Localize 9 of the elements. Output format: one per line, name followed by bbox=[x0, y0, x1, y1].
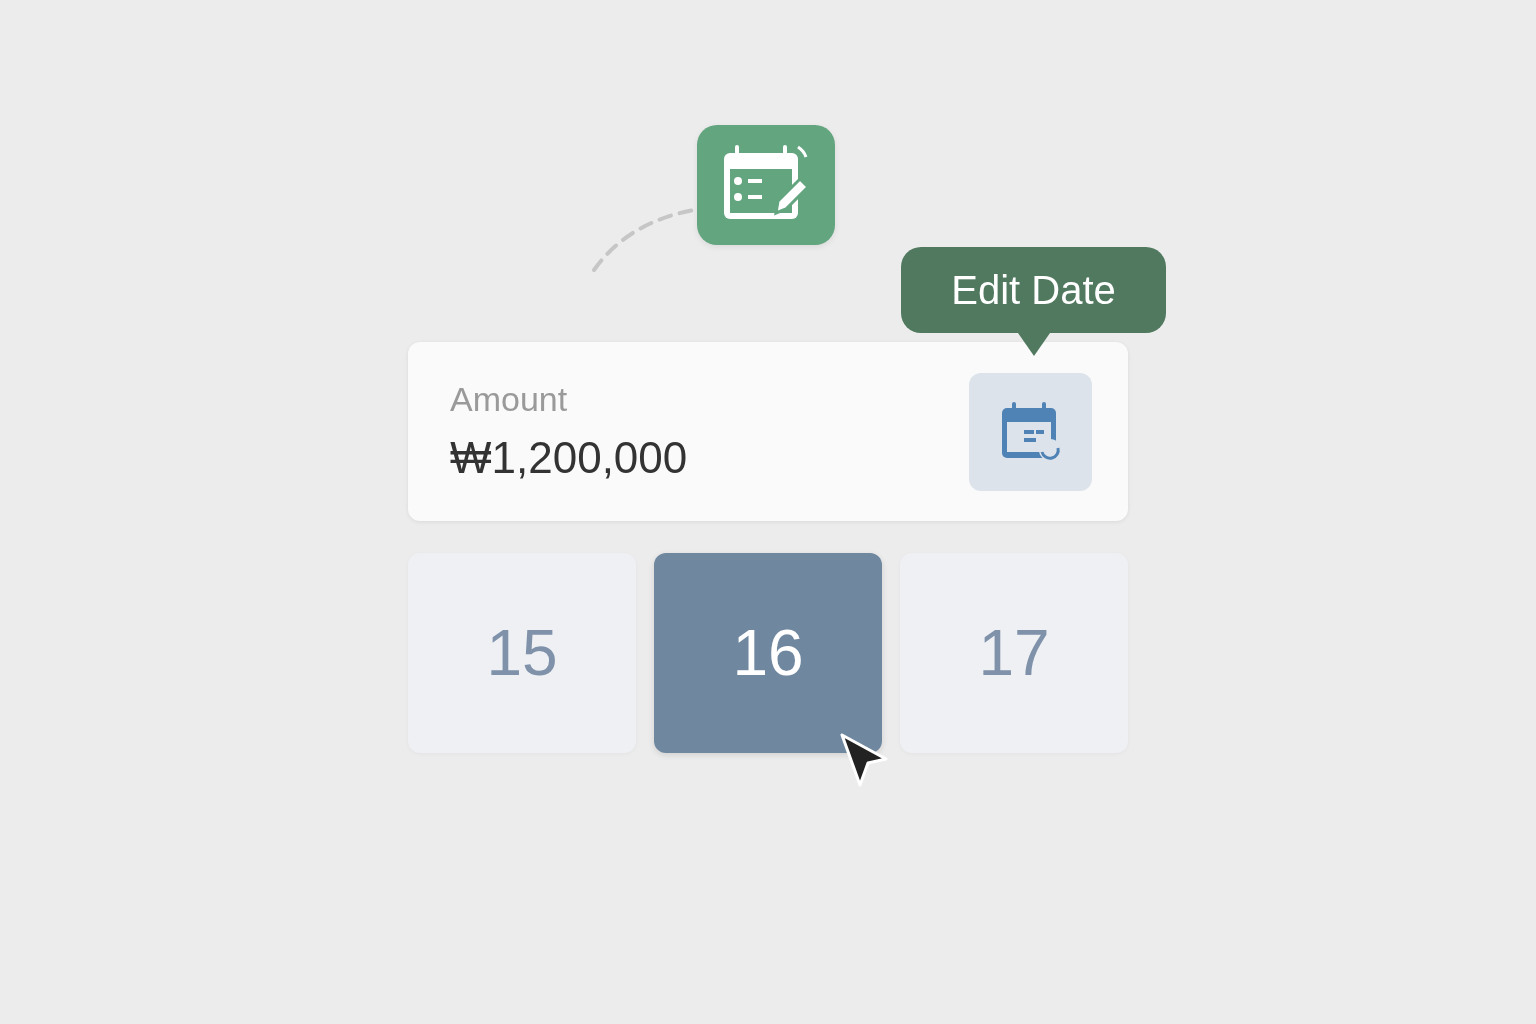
amount-label: Amount bbox=[450, 380, 568, 419]
day-tile[interactable]: 17 bbox=[900, 553, 1128, 753]
day-tile[interactable]: 15 bbox=[408, 553, 636, 753]
cursor-icon bbox=[838, 731, 890, 789]
day-tile[interactable]: 16 bbox=[654, 553, 882, 753]
amount-value: ₩1,200,000 bbox=[450, 433, 688, 483]
calendar-button[interactable] bbox=[969, 372, 1092, 491]
calendar-edit-app-icon[interactable] bbox=[697, 125, 835, 245]
tooltip-text: Edit Date bbox=[951, 267, 1116, 313]
